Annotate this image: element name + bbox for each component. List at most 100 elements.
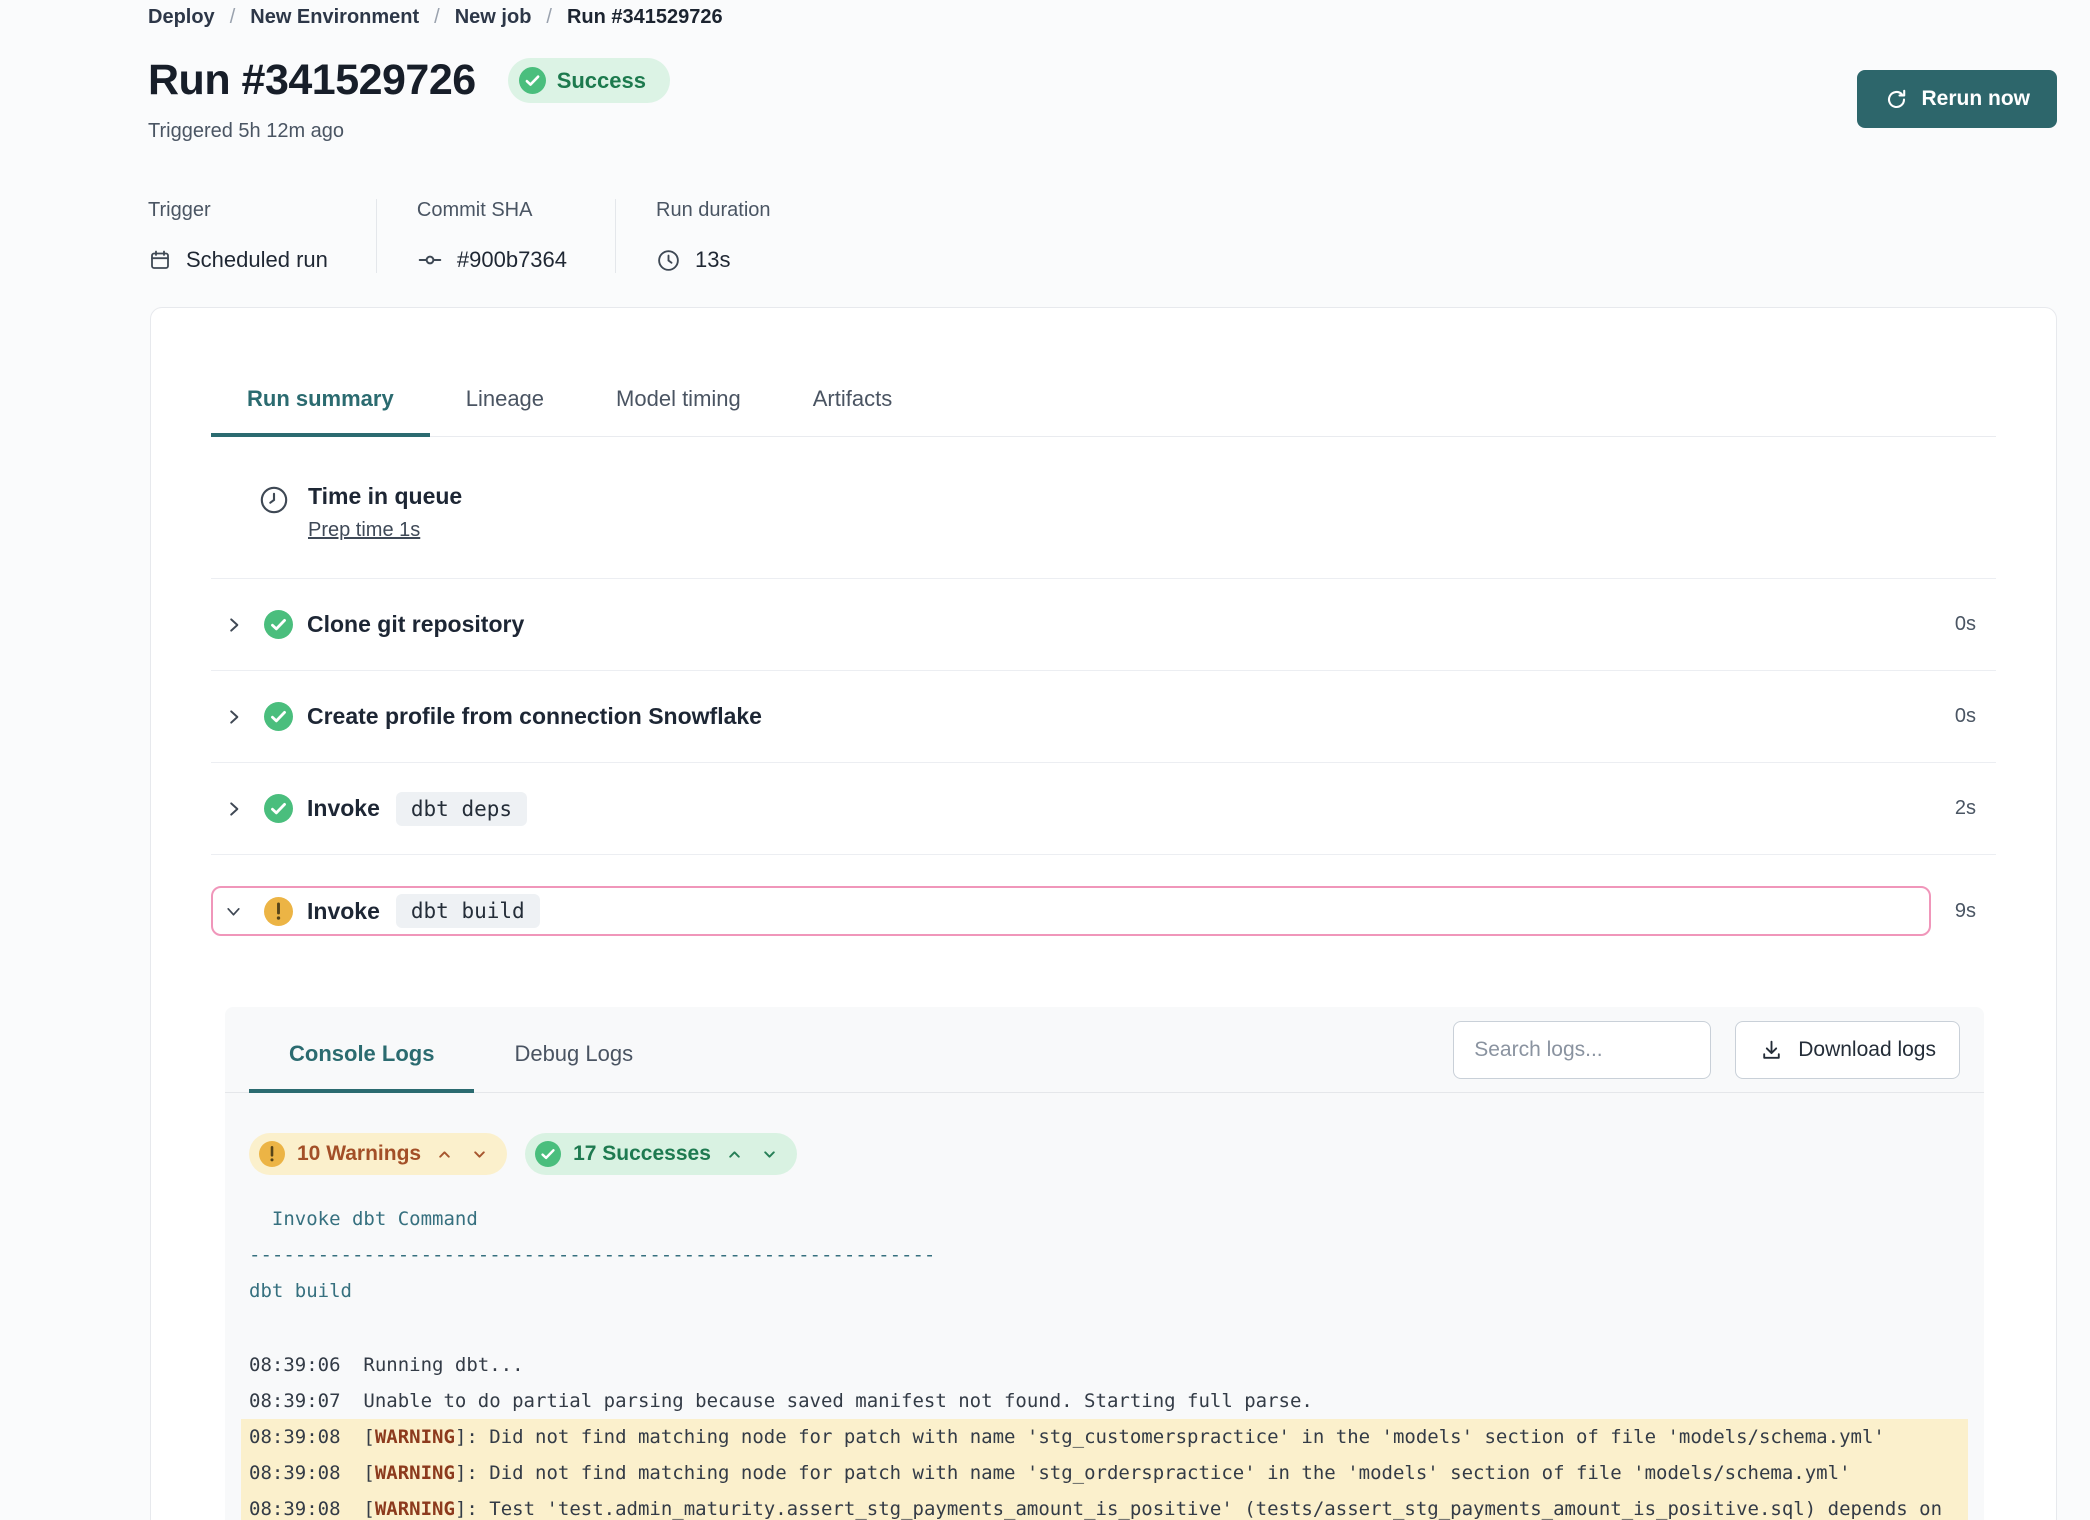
console-log-output: Invoke dbt Command ---------------------… [225, 1175, 1984, 1520]
commit-sha-value: #900b7364 [457, 247, 567, 273]
breadcrumb-separator: / [230, 6, 236, 29]
info-label: Trigger [148, 199, 328, 222]
log-message: [WARNING]: Test 'test.admin_maturity.ass… [249, 1498, 1953, 1520]
chevron-right-icon[interactable] [225, 616, 243, 634]
status-badge-label: Success [557, 68, 646, 94]
step-invoke-dbt-deps[interactable]: Invoke dbt deps 2s [211, 763, 1996, 855]
step-clone-git-repository[interactable]: Clone git repository 0s [211, 579, 1996, 671]
breadcrumb-separator: / [434, 6, 440, 29]
step-duration: 9s [1955, 900, 1976, 923]
step-duration: 0s [1955, 613, 1976, 636]
clock-icon [656, 248, 681, 273]
status-badge: Success [508, 58, 670, 103]
successes-count-label: 17 Successes [573, 1142, 711, 1166]
warnings-next-button[interactable] [468, 1145, 491, 1164]
search-logs-input[interactable] [1453, 1021, 1711, 1079]
run-duration-value: 13s [695, 247, 730, 273]
breadcrumb-deploy[interactable]: Deploy [148, 6, 215, 29]
successes-pill: 17 Successes [525, 1133, 797, 1175]
chevron-down-icon[interactable] [225, 903, 243, 920]
rerun-button-label: Rerun now [1922, 87, 2031, 111]
triggered-time: Triggered 5h 12m ago [148, 120, 2057, 143]
run-page: Deploy / New Environment / New job / Run… [0, 0, 2090, 1520]
check-circle-icon [535, 1141, 561, 1167]
prep-time-link[interactable]: Prep time 1s [308, 519, 420, 542]
log-line: 08:39:08 [WARNING]: Did not find matchin… [241, 1419, 1968, 1455]
log-line: 08:39:07 Unable to do partial parsing be… [241, 1383, 1968, 1419]
run-summary-card: Run summary Lineage Model timing Artifac… [150, 307, 2057, 1520]
successes-prev-button[interactable] [723, 1145, 746, 1164]
step-invoke-dbt-build: Invoke dbt build 9s [211, 855, 1996, 967]
tab-model-timing[interactable]: Model timing [580, 386, 777, 437]
tab-lineage[interactable]: Lineage [430, 386, 580, 437]
chevron-right-icon[interactable] [225, 800, 243, 818]
tab-debug-logs[interactable]: Debug Logs [474, 1025, 673, 1093]
log-command: dbt build [241, 1273, 1968, 1309]
log-timestamp: 08:39:08 [249, 1426, 341, 1448]
step-command-chip: dbt build [396, 894, 540, 928]
log-message: Unable to do partial parsing because sav… [341, 1390, 1313, 1412]
download-icon [1759, 1038, 1784, 1063]
page-title: Run #341529726 [148, 56, 476, 105]
info-label: Commit SHA [417, 199, 567, 222]
success-check-icon [264, 610, 293, 639]
log-message: [WARNING]: Did not find matching node fo… [341, 1426, 1885, 1448]
logs-panel: Console Logs Debug Logs Download logs 10… [225, 1007, 1984, 1520]
log-message: [WARNING]: Did not find matching node fo… [341, 1462, 1851, 1484]
success-check-icon [264, 702, 293, 731]
log-line: 08:39:08 [WARNING]: Did not find matchin… [241, 1455, 1968, 1491]
info-label: Run duration [656, 199, 771, 222]
warning-icon [259, 1141, 285, 1167]
step-title: Invoke [307, 898, 380, 925]
breadcrumb-current-run: Run #341529726 [567, 6, 723, 29]
step-create-profile[interactable]: Create profile from connection Snowflake… [211, 671, 1996, 763]
success-check-icon [264, 794, 293, 823]
step-command-chip: dbt deps [396, 792, 527, 826]
log-timestamp: 08:39:06 [249, 1354, 341, 1376]
log-line: 08:39:08 [WARNING]: Test 'test.admin_mat… [241, 1491, 1968, 1520]
run-tabs: Run summary Lineage Model timing Artifac… [211, 386, 1996, 437]
tab-artifacts[interactable]: Artifacts [777, 386, 928, 437]
step-duration: 0s [1955, 705, 1976, 728]
queue-clock-icon [257, 483, 291, 517]
log-timestamp: 08:39:08 [249, 1462, 341, 1484]
check-circle-icon [519, 67, 546, 94]
calendar-icon [148, 248, 172, 272]
step-title: Create profile from connection Snowflake [307, 703, 762, 730]
info-trigger: Trigger Scheduled run [148, 199, 376, 273]
warnings-pill: 10 Warnings [249, 1133, 507, 1175]
log-divider-line: ----------------------------------------… [241, 1237, 1968, 1273]
info-run-duration: Run duration 13s [615, 199, 819, 273]
log-lines: 08:39:06 Running dbt... 08:39:07 Unable … [241, 1347, 1968, 1520]
log-timestamp: 08:39:07 [249, 1390, 341, 1412]
time-in-queue-title: Time in queue [308, 483, 462, 510]
log-timestamp: 08:39:08 [249, 1498, 341, 1520]
rerun-now-button[interactable]: Rerun now [1857, 70, 2058, 128]
warning-icon [264, 897, 293, 926]
breadcrumb-job[interactable]: New job [455, 6, 532, 29]
breadcrumb-separator: / [546, 6, 552, 29]
chevron-right-icon[interactable] [225, 708, 243, 726]
log-line: 08:39:06 Running dbt... [241, 1347, 1968, 1383]
log-message: Running dbt... [341, 1354, 524, 1376]
tab-run-summary[interactable]: Run summary [211, 386, 430, 437]
step-duration: 2s [1955, 797, 1976, 820]
breadcrumb: Deploy / New Environment / New job / Run… [148, 6, 2057, 29]
log-tabs: Console Logs Debug Logs [249, 1025, 673, 1092]
rerun-icon [1884, 87, 1909, 112]
step-title: Invoke [307, 795, 380, 822]
trigger-value: Scheduled run [186, 247, 328, 273]
step-title: Clone git repository [307, 611, 524, 638]
info-commit-sha: Commit SHA #900b7364 [376, 199, 615, 273]
successes-next-button[interactable] [758, 1145, 781, 1164]
breadcrumb-environment[interactable]: New Environment [250, 6, 419, 29]
time-in-queue-section: Time in queue Prep time 1s [211, 437, 1996, 579]
warnings-count-label: 10 Warnings [297, 1142, 421, 1166]
tab-console-logs[interactable]: Console Logs [249, 1025, 474, 1093]
commit-icon [417, 247, 443, 273]
warnings-prev-button[interactable] [433, 1145, 456, 1164]
log-command-title: Invoke dbt Command [241, 1201, 1968, 1237]
download-logs-button[interactable]: Download logs [1735, 1021, 1960, 1079]
expanded-step-box[interactable]: Invoke dbt build [211, 886, 1931, 936]
download-logs-label: Download logs [1798, 1038, 1936, 1062]
